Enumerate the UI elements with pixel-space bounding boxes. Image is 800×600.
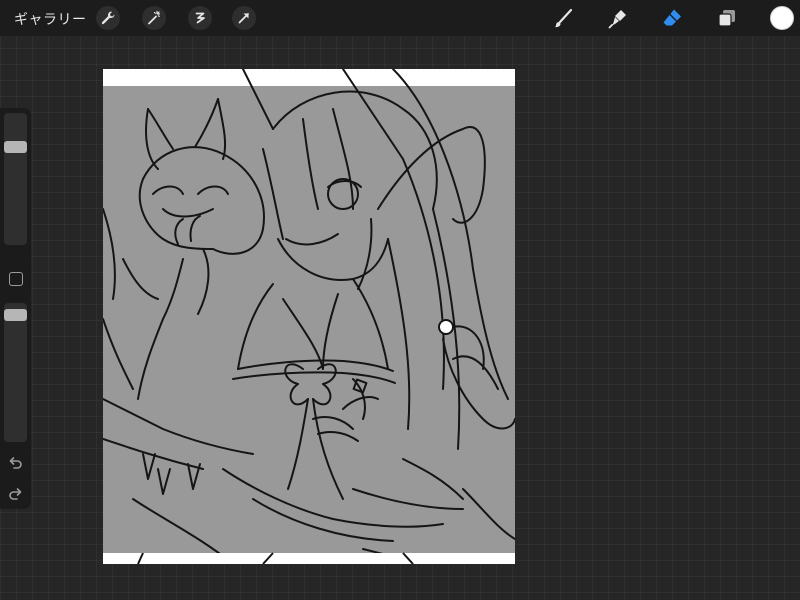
lineart-artwork: [103, 69, 515, 564]
magic-wand-icon: [148, 10, 161, 25]
layers-icon: [718, 10, 735, 27]
modify-button[interactable]: [9, 272, 23, 286]
undo-icon[interactable]: [7, 455, 24, 472]
redo-icon[interactable]: [7, 486, 24, 503]
smudge-button[interactable]: [605, 5, 631, 31]
paint-button[interactable]: [550, 5, 576, 31]
eraser-button[interactable]: [659, 5, 685, 31]
wrench-icon: [101, 11, 115, 25]
top-toolbar: ギャラリー: [0, 0, 800, 36]
brush-size-slider[interactable]: [4, 113, 27, 245]
color-picker-button[interactable]: [770, 6, 794, 30]
side-toolbar: [0, 108, 31, 509]
actions-button[interactable]: [96, 6, 120, 30]
brush-icon: [554, 8, 573, 28]
gallery-button[interactable]: ギャラリー: [14, 9, 87, 29]
layers-button[interactable]: [714, 5, 740, 31]
canvas-bottom-margin: [103, 553, 515, 564]
drawing-canvas[interactable]: [103, 69, 515, 564]
brush-size-thumb[interactable]: [4, 141, 27, 153]
opacity-thumb[interactable]: [4, 309, 27, 321]
adjustments-button[interactable]: [142, 6, 166, 30]
arrow-cursor-icon: [238, 13, 249, 24]
selection-s-icon: [195, 12, 205, 24]
transform-button[interactable]: [232, 6, 256, 30]
opacity-slider[interactable]: [4, 303, 27, 442]
smudge-icon: [608, 10, 626, 29]
selection-button[interactable]: [188, 6, 212, 30]
eraser-icon: [663, 9, 681, 26]
